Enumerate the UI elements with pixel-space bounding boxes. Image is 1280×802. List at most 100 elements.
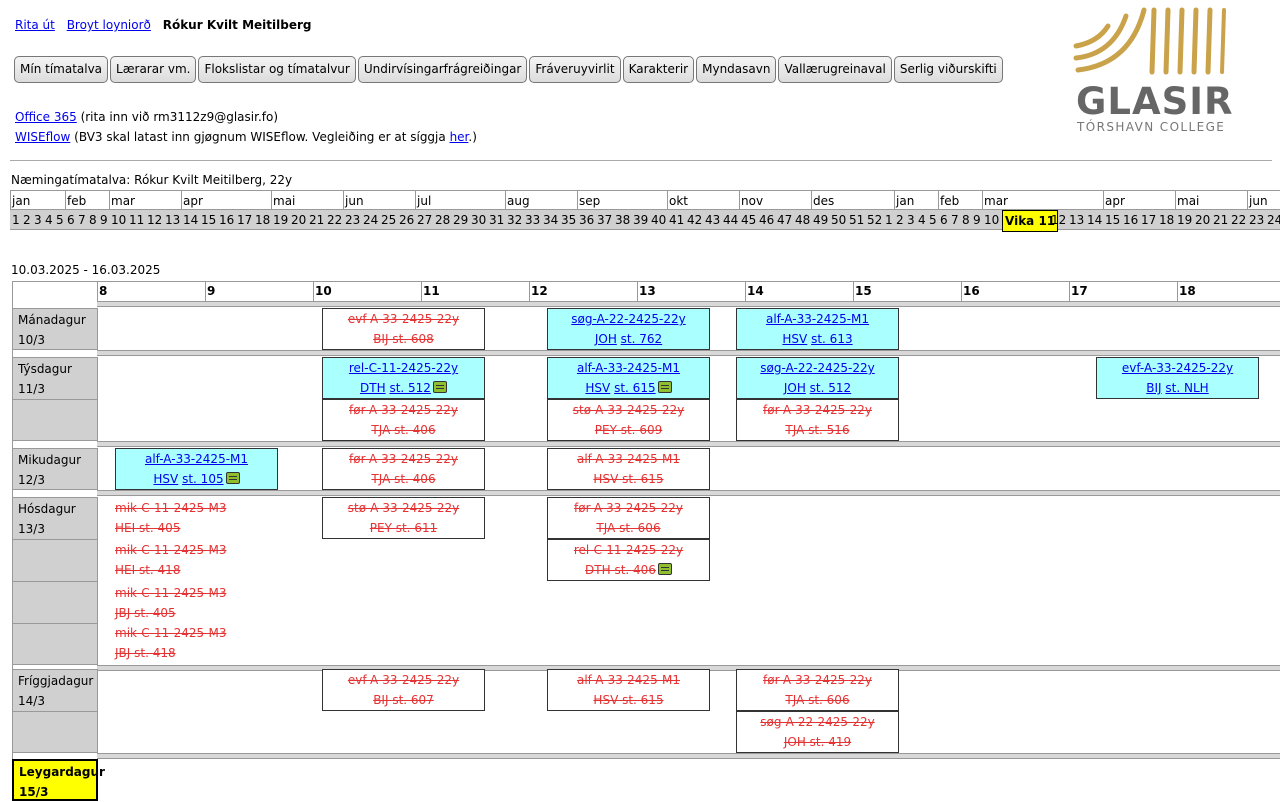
week-link[interactable]: 10 <box>984 212 999 228</box>
week-link[interactable]: 39 <box>633 212 648 228</box>
week-link[interactable]: 8 <box>962 212 970 228</box>
week-link[interactable]: 15 <box>1105 212 1120 228</box>
week-link[interactable]: 26 <box>399 212 414 228</box>
week-link[interactable]: 7 <box>951 212 959 228</box>
lesson-course-link[interactable]: rel-C-11-2425-22y <box>349 361 458 375</box>
week-link[interactable]: 7 <box>78 212 86 228</box>
week-link[interactable]: 18 <box>255 212 270 228</box>
nav-my-timetable[interactable]: Mín tímatalva <box>14 56 109 83</box>
teacher-link[interactable]: HSV <box>585 381 610 395</box>
week-link[interactable]: 22 <box>327 212 342 228</box>
week-link[interactable]: 23 <box>1249 212 1264 228</box>
week-link[interactable]: 52 <box>867 212 882 228</box>
nav-teachers[interactable]: Lærarar vm. <box>110 56 197 83</box>
week-link[interactable]: 41 <box>669 212 684 228</box>
week-link[interactable]: 21 <box>1213 212 1228 228</box>
week-link[interactable]: 12 <box>1051 212 1066 228</box>
week-link[interactable]: 4 <box>45 212 53 228</box>
week-link[interactable]: 15 <box>201 212 216 228</box>
week-link[interactable]: 36 <box>579 212 594 228</box>
week-link[interactable]: 44 <box>723 212 738 228</box>
week-link[interactable]: 2 <box>23 212 31 228</box>
week-link[interactable]: 22 <box>1231 212 1246 228</box>
week-link[interactable]: 27 <box>417 212 432 228</box>
current-week[interactable]: Vika 11 <box>1002 210 1059 232</box>
week-link[interactable]: 30 <box>471 212 486 228</box>
lesson-cancelled[interactable]: før-A-33-2425-22y TJA st. 606 <box>736 669 899 711</box>
lesson-cancelled[interactable]: alf-A-33-2425-M1 HSV st. 615 <box>547 669 710 711</box>
week-link[interactable]: 17 <box>237 212 252 228</box>
lesson-cancelled[interactable]: før-A-33-2425-22y TJA st. 406 <box>322 399 485 441</box>
lesson-course-link[interactable]: alf-A-33-2425-M1 <box>145 452 248 466</box>
nav-elective-choice[interactable]: Vallærugreinaval <box>778 56 892 83</box>
lesson-cancelled[interactable]: stø-A-33-2425-22y PEY st. 611 <box>322 497 485 539</box>
lesson-cancelled[interactable]: søg-A-22-2425-22y JOH st. 419 <box>736 711 899 753</box>
lesson-cancelled[interactable]: rel-C-11-2425-22y DTH st. 406 <box>547 539 710 581</box>
week-link[interactable]: 13 <box>165 212 180 228</box>
nav-grades[interactable]: Karakterir <box>622 56 695 83</box>
week-link[interactable]: 2 <box>896 212 904 228</box>
week-link[interactable]: 6 <box>940 212 948 228</box>
teacher-link[interactable]: DTH <box>360 381 386 395</box>
nav-absence[interactable]: Fráveruyvirlit <box>529 56 621 83</box>
week-link[interactable]: 5 <box>56 212 64 228</box>
room-link[interactable]: st. 762 <box>621 332 663 346</box>
change-password-link[interactable]: Broyt loyniorð <box>67 18 151 32</box>
lesson-cancelled[interactable]: før-A-33-2425-22y TJA st. 606 <box>547 497 710 539</box>
teacher-link[interactable]: BIJ <box>1146 381 1161 395</box>
lesson-cancelled[interactable]: evf-A-33-2425-22y BIJ st. 607 <box>322 669 485 711</box>
lesson-course-link[interactable]: evf-A-33-2425-22y <box>1122 361 1233 375</box>
week-link[interactable]: 46 <box>759 212 774 228</box>
week-link[interactable]: 34 <box>543 212 558 228</box>
week-link[interactable]: 13 <box>1069 212 1084 228</box>
week-link[interactable]: 40 <box>651 212 666 228</box>
week-link[interactable]: 48 <box>795 212 810 228</box>
nav-photos[interactable]: Myndasavn <box>696 56 777 83</box>
lesson-cancelled[interactable]: alf-A-33-2425-M1 HSV st. 615 <box>547 448 710 490</box>
comment-icon[interactable] <box>432 381 447 393</box>
comment-icon[interactable] <box>225 472 240 484</box>
week-link[interactable]: 47 <box>777 212 792 228</box>
week-link[interactable]: 14 <box>1087 212 1102 228</box>
week-link[interactable]: 33 <box>525 212 540 228</box>
week-link[interactable]: 24 <box>363 212 378 228</box>
week-link[interactable]: 20 <box>1195 212 1210 228</box>
lesson[interactable]: søg-A-22-2425-22y JOH st. 512 <box>736 357 899 399</box>
week-link[interactable]: 12 <box>147 212 162 228</box>
week-link[interactable]: 9 <box>100 212 108 228</box>
week-link[interactable]: 25 <box>381 212 396 228</box>
week-link[interactable]: 16 <box>219 212 234 228</box>
week-link[interactable]: 28 <box>435 212 450 228</box>
lesson-course-link[interactable]: søg-A-22-2425-22y <box>760 361 874 375</box>
lesson[interactable]: alf-A-33-2425-M1 HSV st. 613 <box>736 308 899 350</box>
week-link[interactable]: 14 <box>183 212 198 228</box>
week-link[interactable]: 21 <box>309 212 324 228</box>
week-link[interactable]: 24 <box>1267 212 1280 228</box>
lesson-cancelled[interactable]: stø-A-33-2425-22y PEY st. 609 <box>547 399 710 441</box>
week-link[interactable]: 1 <box>12 212 20 228</box>
comment-icon[interactable] <box>657 563 672 575</box>
week-link[interactable]: 16 <box>1123 212 1138 228</box>
week-link[interactable]: 38 <box>615 212 630 228</box>
comment-icon[interactable] <box>657 381 672 393</box>
week-link[interactable]: 31 <box>489 212 504 228</box>
room-link[interactable]: st. 512 <box>389 381 431 395</box>
lesson-cancelled[interactable]: før-A-33-2425-22y TJA st. 406 <box>322 448 485 490</box>
week-link[interactable]: 17 <box>1141 212 1156 228</box>
teacher-link[interactable]: JOH <box>595 332 617 346</box>
week-link[interactable]: 23 <box>345 212 360 228</box>
week-link[interactable]: 1 <box>885 212 893 228</box>
week-link[interactable]: 4 <box>918 212 926 228</box>
week-link[interactable]: 35 <box>561 212 576 228</box>
logout-link[interactable]: Rita út <box>15 18 55 32</box>
week-link[interactable]: 32 <box>507 212 522 228</box>
teacher-link[interactable]: HSV <box>782 332 807 346</box>
lesson-course-link[interactable]: søg-A-22-2425-22y <box>571 312 685 326</box>
week-link[interactable]: 51 <box>849 212 864 228</box>
week-link[interactable]: 8 <box>89 212 97 228</box>
wiseflow-link[interactable]: WISEflow <box>15 130 70 144</box>
wiseflow-guide-link[interactable]: her <box>450 130 469 144</box>
week-link[interactable]: 10 <box>111 212 126 228</box>
lesson-course-link[interactable]: alf-A-33-2425-M1 <box>577 361 680 375</box>
room-link[interactable]: st. 615 <box>614 381 656 395</box>
